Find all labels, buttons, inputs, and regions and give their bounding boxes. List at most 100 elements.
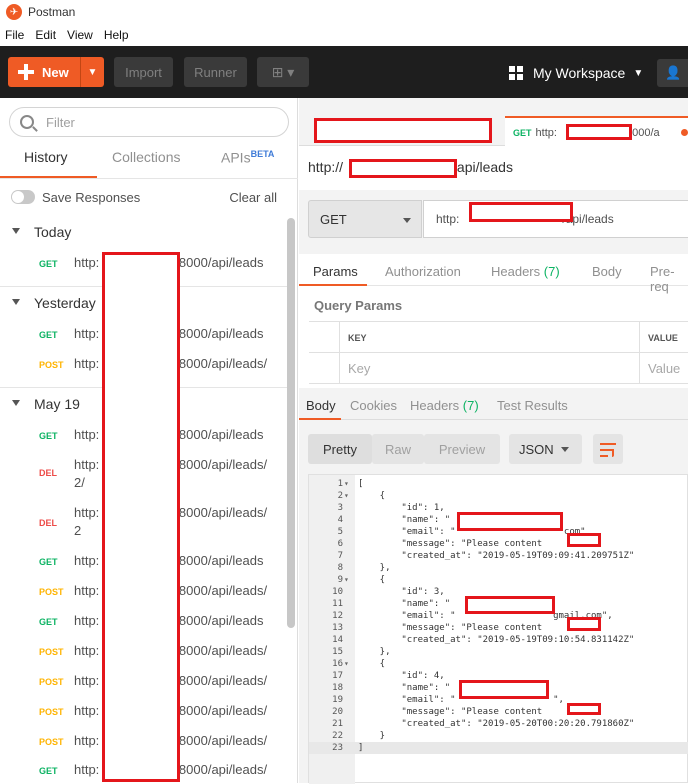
tab-authorization[interactable]: Authorization xyxy=(385,264,461,279)
code-text: "created_at": "2019-05-19T09:10:54.83114… xyxy=(358,635,635,645)
fold-arrow-icon[interactable]: ▾ xyxy=(344,658,349,670)
fold-arrow-icon[interactable]: ▾ xyxy=(344,478,349,490)
method-badge: POST xyxy=(39,587,64,597)
import-label: Import xyxy=(125,64,162,80)
code-line: 20 "message": "Please content xyxy=(309,706,688,718)
method-badge: GET xyxy=(39,557,58,567)
fold-arrow-icon[interactable]: ▾ xyxy=(344,490,349,502)
code-text: "name": " xyxy=(358,515,451,525)
pretty-button[interactable]: Pretty xyxy=(308,434,372,464)
request-tab-strip: GET http: :8000/a xyxy=(299,98,688,147)
request-tab[interactable]: GET http: :8000/a xyxy=(505,116,688,147)
method-select-value: GET xyxy=(320,211,347,227)
tab-params[interactable]: Params xyxy=(313,264,358,279)
tab-test-results[interactable]: Test Results xyxy=(497,398,568,413)
new-window-button[interactable]: ⊞ ▾ xyxy=(257,57,309,87)
line-number: 13 xyxy=(332,623,343,633)
runner-button[interactable]: Runner xyxy=(184,57,247,87)
collapse-triangle-icon xyxy=(12,400,20,406)
sidebar: Filter History Collections APIsBETA Save… xyxy=(0,98,298,783)
chevron-down-icon: ▼ xyxy=(633,67,644,79)
method-badge: GET xyxy=(39,766,58,776)
method-badge: GET xyxy=(39,431,58,441)
line-number: 3 xyxy=(337,503,343,513)
redaction-box xyxy=(567,703,601,715)
code-line: 1 ▾ [ xyxy=(309,478,688,490)
menu-file[interactable]: File xyxy=(0,28,30,42)
query-params-header: KEY VALUE xyxy=(309,322,688,353)
caret-down-icon: ▼ xyxy=(87,66,98,78)
code-line: 16 ▾ { xyxy=(309,658,688,670)
plus-icon xyxy=(18,64,34,80)
tab-collections[interactable]: Collections xyxy=(112,149,180,165)
tab-apis[interactable]: APIsBETA xyxy=(221,149,274,166)
line-number: 4 xyxy=(337,515,343,525)
response-tabs: Body Cookies Headers (7) Test Results xyxy=(299,388,688,420)
postman-logo-icon: ✈ xyxy=(6,4,22,20)
menu-help[interactable]: Help xyxy=(99,28,135,42)
tab-response-body[interactable]: Body xyxy=(306,398,336,413)
url-bar: GET http:/api/leads xyxy=(299,190,688,254)
value-header: VALUE xyxy=(639,322,688,353)
workspace-selector[interactable]: My Workspace ▼ xyxy=(509,60,643,86)
filter-placeholder: Filter xyxy=(46,114,75,130)
caret-down-icon xyxy=(403,218,411,223)
tab-pre-request[interactable]: Pre-req xyxy=(650,264,688,294)
tab-apis-label: APIs xyxy=(221,149,251,166)
workspace-grid-icon xyxy=(509,66,523,80)
search-icon xyxy=(20,115,34,129)
menu-edit[interactable]: Edit xyxy=(30,28,62,42)
code-text: }, xyxy=(358,563,391,573)
line-number: 12 xyxy=(332,611,343,621)
tab-cookies[interactable]: Cookies xyxy=(350,398,397,413)
wrap-lines-button[interactable] xyxy=(593,434,623,464)
save-responses-label: Save Responses xyxy=(42,190,141,205)
new-button[interactable]: New ▼ xyxy=(8,57,104,87)
tab-history[interactable]: History xyxy=(24,149,68,165)
active-tab-indicator xyxy=(299,418,341,420)
line-number: 21 xyxy=(332,719,343,729)
raw-button[interactable]: Raw xyxy=(372,434,424,464)
tab-response-headers[interactable]: Headers (7) xyxy=(410,398,479,413)
code-text: ] xyxy=(358,743,364,753)
import-button[interactable]: Import xyxy=(114,57,173,87)
method-select[interactable]: GET xyxy=(308,200,422,238)
clear-all-button[interactable]: Clear all xyxy=(229,190,277,205)
code-line: 8 }, xyxy=(309,562,688,574)
key-input[interactable]: Key xyxy=(339,353,639,384)
code-line: 14 "created_at": "2019-05-19T09:10:54.83… xyxy=(309,634,688,646)
redaction-box xyxy=(349,159,457,178)
history-group-today[interactable]: Today xyxy=(0,218,290,248)
value-input[interactable]: Value xyxy=(639,353,688,384)
sidebar-scrollbar[interactable] xyxy=(287,218,295,628)
method-badge: DEL xyxy=(39,518,57,528)
tab-headers[interactable]: Headers (7) xyxy=(491,264,560,279)
code-text: }, xyxy=(358,647,391,657)
new-window-icon: ⊞ ▾ xyxy=(271,63,295,80)
save-responses-toggle[interactable] xyxy=(11,190,35,204)
redaction-box xyxy=(465,596,555,614)
new-dropdown-button[interactable]: ▼ xyxy=(80,57,104,87)
code-text: "id": 4, xyxy=(358,671,445,681)
code-text: "name": " xyxy=(358,683,451,693)
key-header: KEY xyxy=(339,322,639,353)
preview-button[interactable]: Preview xyxy=(424,434,500,464)
invite-user-button[interactable]: 👤 xyxy=(657,59,688,87)
tab-body[interactable]: Body xyxy=(592,264,622,279)
group-label: Today xyxy=(34,224,72,240)
code-text: "created_at": "2019-05-20T00:20:20.79186… xyxy=(358,719,635,729)
response-body-editor[interactable]: 1 ▾[2 ▾ {3 "id": 1, 4 "name": " 5 "email": "… xyxy=(308,474,688,784)
menu-view[interactable]: View xyxy=(62,28,99,42)
line-number: 17 xyxy=(332,671,343,681)
filter-input[interactable]: Filter xyxy=(9,107,289,137)
line-number: 14 xyxy=(332,635,343,645)
code-text: [ xyxy=(358,479,364,489)
request-tab-url-start: http: xyxy=(535,126,557,139)
line-number: 23 xyxy=(332,743,343,753)
fold-arrow-icon[interactable]: ▾ xyxy=(344,574,349,586)
add-user-icon: 👤 xyxy=(665,65,682,80)
query-params-title: Query Params xyxy=(314,298,403,313)
redaction-box xyxy=(102,252,180,782)
method-badge: POST xyxy=(39,707,64,717)
language-select[interactable]: JSON xyxy=(509,434,582,464)
